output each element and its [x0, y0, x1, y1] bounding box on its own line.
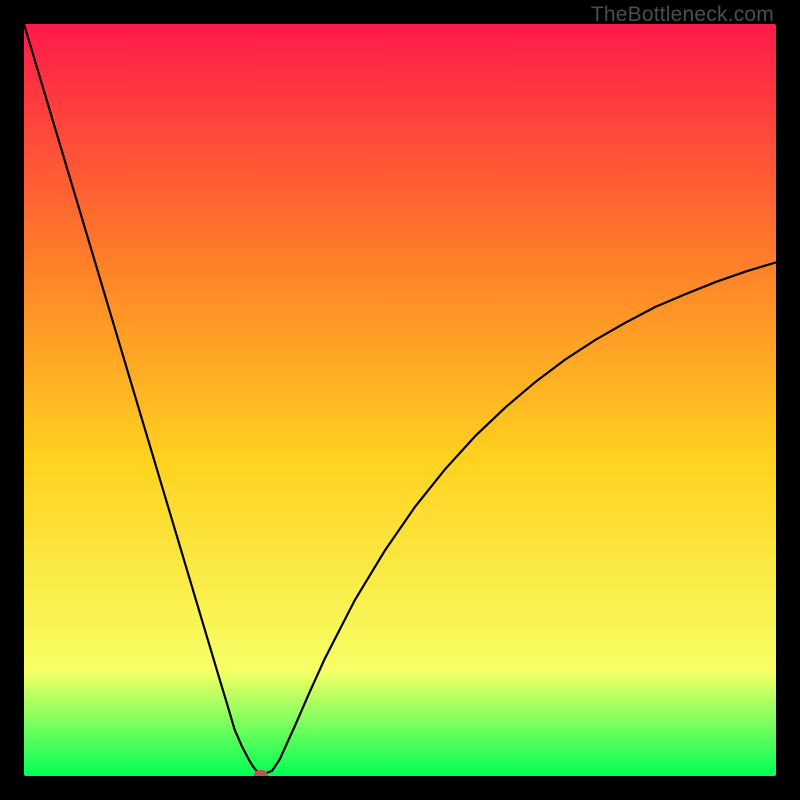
- chart-frame: { "watermark": "TheBottleneck.com", "col…: [0, 0, 800, 800]
- chart-svg: [24, 24, 776, 776]
- plot-area: [24, 24, 776, 776]
